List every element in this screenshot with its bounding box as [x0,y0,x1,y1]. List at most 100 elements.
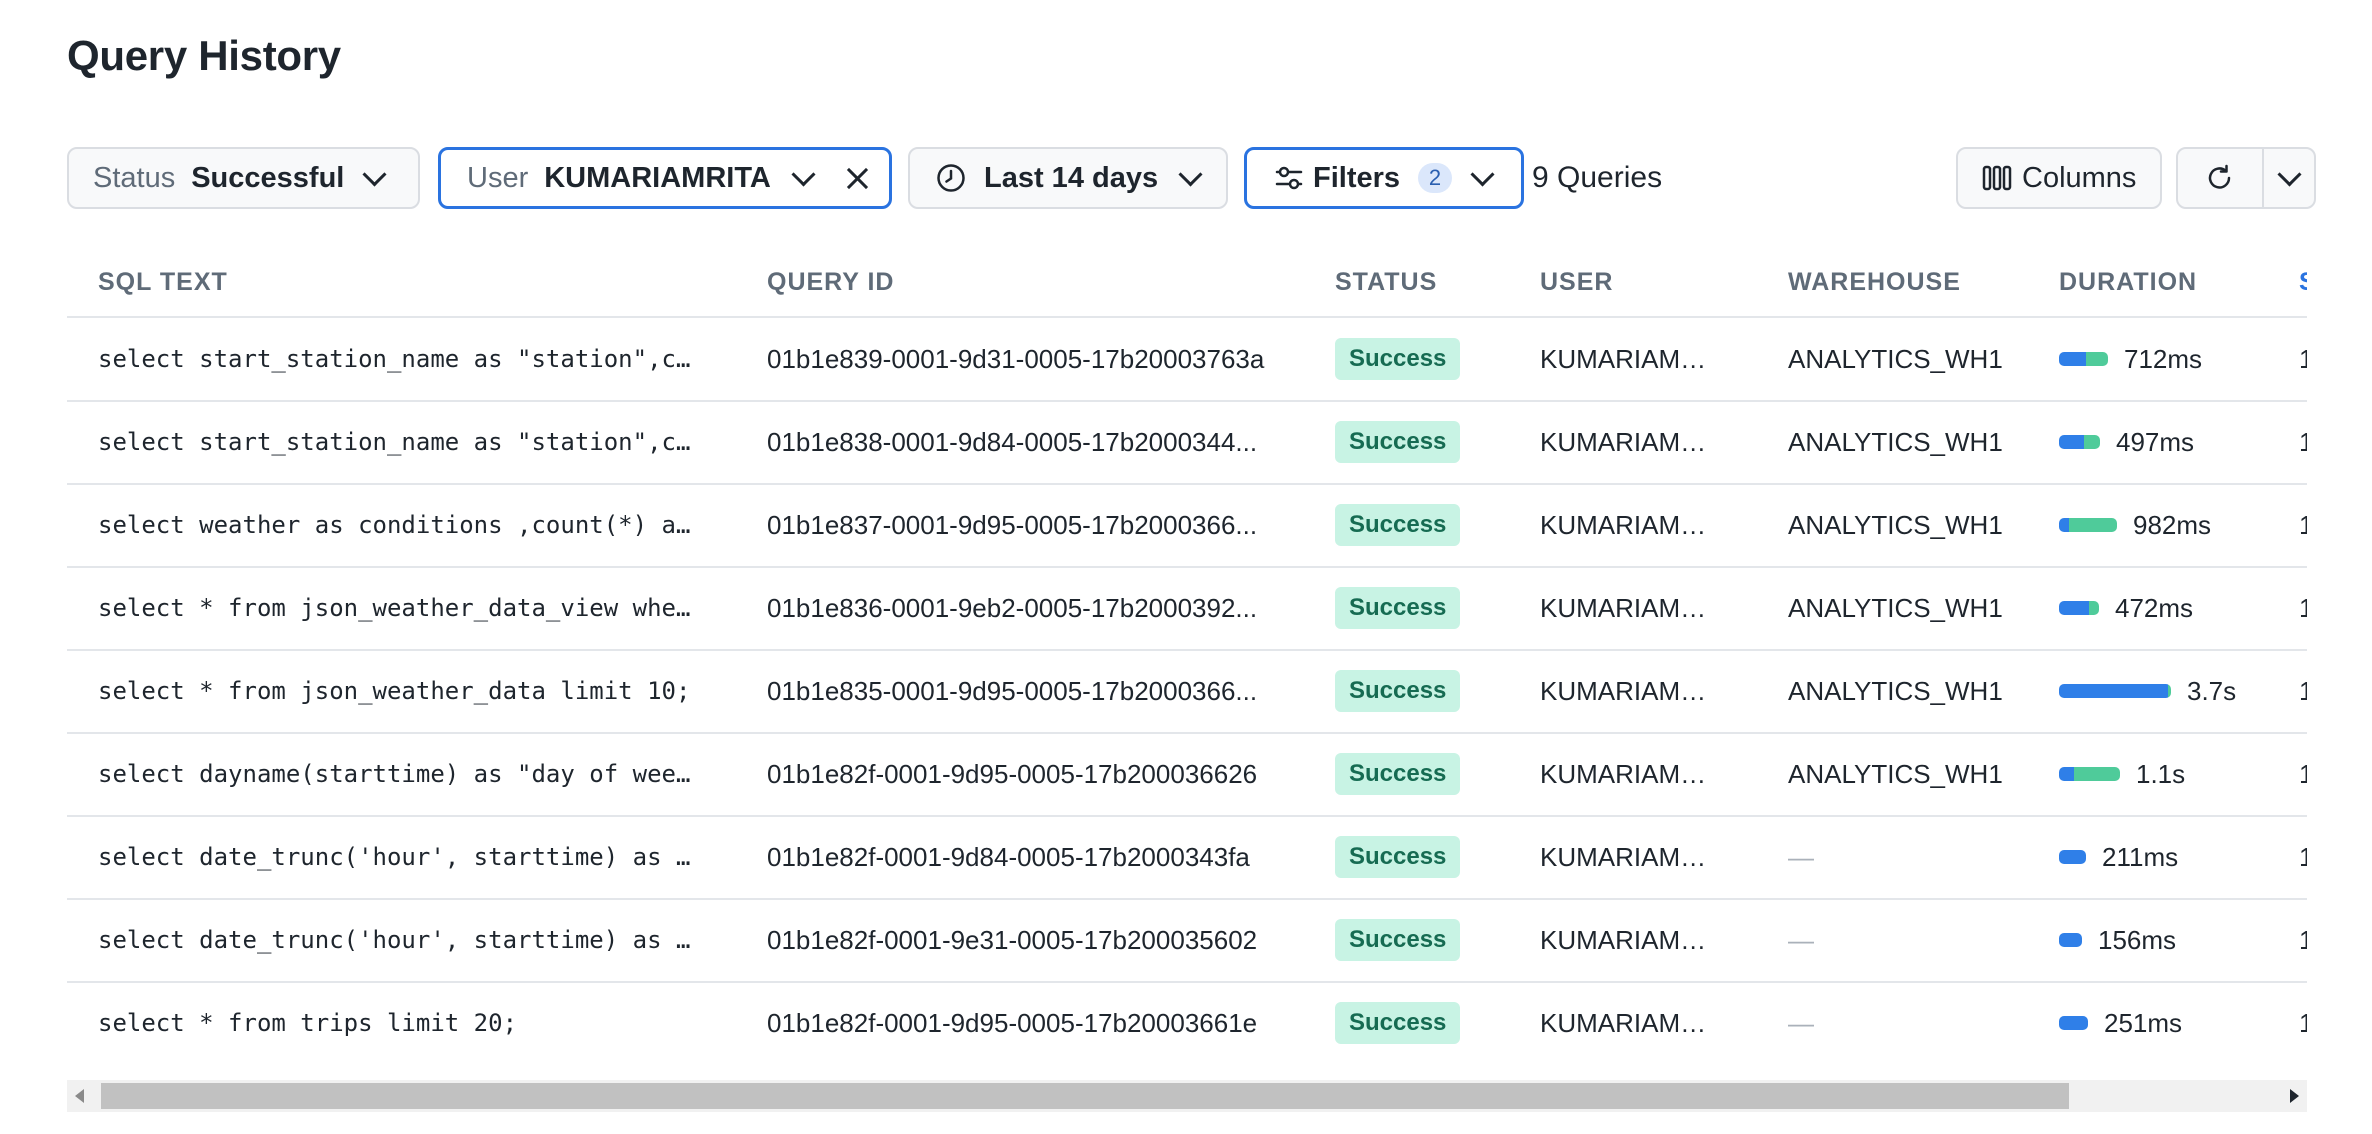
duration-text: 712ms [2124,344,2203,374]
start-time-cell: 1/ [2299,650,2307,732]
sliders-icon [1275,166,1303,190]
status-badge: Success [1335,919,1461,961]
table-row[interactable]: select date_trunc('hour', starttime) as … [67,816,2307,900]
toolbar: Status Successful User KUMARIAMRITA Last… [67,147,2372,209]
sql-text[interactable]: select weather as conditions ,count(*) a… [98,484,693,566]
user-cell: KUMARIAMRI... [1540,759,1715,789]
table-row[interactable]: select date_trunc('hour', starttime) as … [67,899,2307,983]
date-range-button[interactable]: Last 14 days [908,147,1228,209]
user-cell: KUMARIAMRI... [1540,510,1715,540]
duration-bar-compile-segment [2059,933,2082,947]
filters-label: Filters [1313,161,1401,194]
start-time-cell: 1/ [2299,401,2307,483]
duration-bar [2059,601,2099,615]
user-filter-value: KUMARIAMRITA [544,161,771,194]
status-badge: Success [1335,753,1461,795]
sql-text[interactable]: select start_station_name as "station",c… [98,401,693,483]
column-header-duration[interactable]: DURATION [2059,240,2197,316]
sql-text[interactable]: select * from json_weather_data limit 10… [98,650,693,732]
status-badge: Success [1335,670,1461,712]
column-header-sql-text[interactable]: SQL TEXT [98,240,228,316]
duration-text: 3.7s [2187,676,2237,706]
table-row[interactable]: select weather as conditions ,count(*) a… [67,484,2307,568]
column-header-warehouse[interactable]: WAREHOUSE [1788,240,1961,316]
scroll-left-arrow-icon[interactable] [75,1089,84,1103]
duration-text: 982ms [2133,510,2212,540]
refresh-options-button[interactable] [2264,149,2314,207]
query-id[interactable]: 01b1e82f-0001-9e31-0005-17b200035602 [767,899,1277,981]
user-cell: KUMARIAMRI... [1540,344,1715,374]
duration-bar [2059,1016,2088,1030]
table-row[interactable]: select * from trips limit 20; 01b1e82f-00… [67,982,2307,1060]
sql-text[interactable]: select dayname(starttime) as "day of wee… [98,733,693,815]
columns-label: Columns [2022,161,2137,194]
table-row[interactable]: select start_station_name as "station",c… [67,401,2307,485]
duration-text: 211ms [2102,842,2179,872]
chevron-down-icon [362,161,387,187]
sql-text[interactable]: select date_trunc('hour', starttime) as … [98,816,693,898]
query-id[interactable]: 01b1e837-0001-9d95-0005-17b2000366... [767,484,1277,566]
duration-text: 497ms [2116,427,2195,457]
filters-count-badge: 2 [1418,163,1453,193]
status-badge: Success [1335,421,1461,463]
start-time-cell: 1/ [2299,484,2307,566]
warehouse-cell: ANALYTICS_WH1 [1788,593,2003,623]
column-header-start-time[interactable]: ST [2299,240,2307,316]
query-id[interactable]: 01b1e82f-0001-9d84-0005-17b2000343fa [767,816,1277,898]
query-count: 9 Queries [1532,161,1663,194]
duration-bar [2059,933,2082,947]
query-id[interactable]: 01b1e82f-0001-9d95-0005-17b20003661e [767,982,1277,1060]
table-row[interactable]: select dayname(starttime) as "day of wee… [67,733,2307,817]
query-id[interactable]: 01b1e838-0001-9d84-0005-17b2000344... [767,401,1277,483]
duration-text: 251ms [2104,1008,2183,1038]
user-cell: KUMARIAMRI... [1540,842,1715,872]
chevron-down-icon [2276,161,2302,187]
duration-bar-execution-segment [2069,518,2117,532]
refresh-button[interactable] [2178,149,2264,207]
sql-text[interactable]: select * from json_weather_data_view whe… [98,567,693,649]
refresh-icon [2208,164,2231,189]
start-time-cell: 1/ [2299,816,2307,898]
duration-bar-compile-segment [2059,518,2070,532]
chevron-down-icon[interactable] [791,161,816,187]
clear-filter-icon[interactable] [846,167,868,189]
status-filter-button[interactable]: Status Successful [67,147,420,209]
sql-text[interactable]: select * from trips limit 20; [98,982,693,1060]
user-cell: KUMARIAMRI... [1540,593,1715,623]
column-header-user[interactable]: USER [1540,240,1613,316]
duration-bar-execution-segment [2074,767,2120,781]
duration-bar [2059,850,2086,864]
column-header-status[interactable]: STATUS [1335,240,1437,316]
scrollbar-thumb[interactable] [101,1083,2069,1109]
duration-bar-compile-segment [2059,352,2086,366]
query-id[interactable]: 01b1e82f-0001-9d95-0005-17b200036626 [767,733,1277,815]
columns-button[interactable]: Columns [1956,147,2162,209]
duration-bar-compile-segment [2059,1016,2088,1030]
status-filter-label: Status [93,161,176,194]
date-range-value: Last 14 days [984,161,1159,194]
start-time-cell: 1/ [2299,318,2307,400]
status-badge: Success [1335,1002,1461,1044]
table-row[interactable]: select * from json_weather_data limit 10… [67,650,2307,734]
table-row[interactable]: select start_station_name as "station",c… [67,318,2307,402]
warehouse-cell: ANALYTICS_WH1 [1788,759,2003,789]
scroll-right-arrow-icon[interactable] [2290,1089,2299,1103]
table-row[interactable]: select * from json_weather_data_view whe… [67,567,2307,651]
query-id[interactable]: 01b1e839-0001-9d31-0005-17b20003763a [767,318,1277,400]
status-badge: Success [1335,587,1461,629]
query-id[interactable]: 01b1e836-0001-9eb2-0005-17b2000392... [767,567,1277,649]
chevron-down-icon [1178,161,1203,187]
page-title: Query History [67,32,341,79]
user-filter-button[interactable]: User KUMARIAMRITA [438,147,892,209]
user-cell: KUMARIAMRI... [1540,676,1715,706]
horizontal-scrollbar[interactable] [67,1080,2307,1112]
duration-bar-execution-segment [2167,684,2171,698]
table-header: SQL TEXT QUERY ID STATUS USER WAREHOUSE … [67,240,2307,318]
column-header-query-id[interactable]: QUERY ID [767,240,894,316]
sql-text[interactable]: select date_trunc('hour', starttime) as … [98,899,693,981]
duration-text: 156ms [2098,925,2177,955]
sql-text[interactable]: select start_station_name as "station",c… [98,318,693,400]
filters-button[interactable]: Filters 2 [1244,147,1524,209]
query-id[interactable]: 01b1e835-0001-9d95-0005-17b2000366... [767,650,1277,732]
duration-bar-compile-segment [2059,850,2086,864]
